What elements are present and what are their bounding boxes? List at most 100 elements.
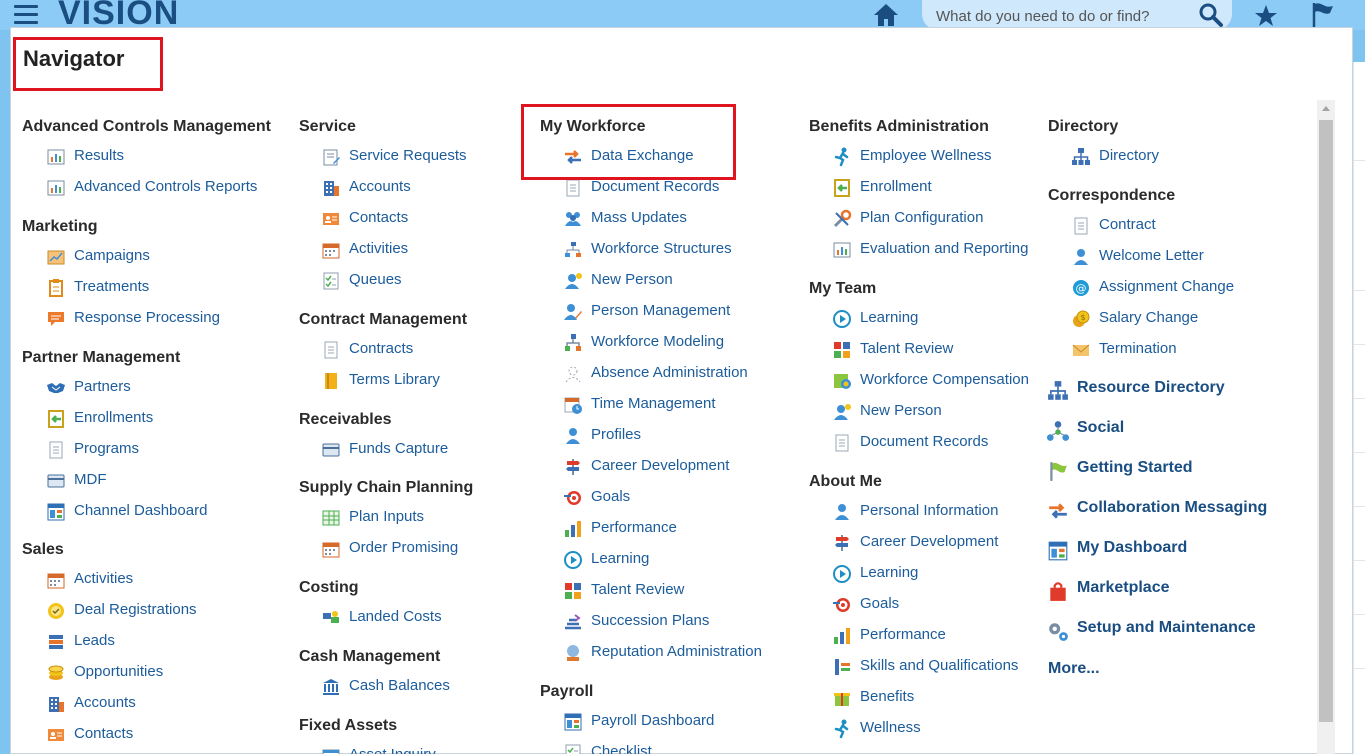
nav-link-label: Enrollments (74, 409, 154, 426)
calendar-clock-icon (563, 395, 583, 415)
dashboard-icon (46, 502, 66, 522)
enroll-arrow-icon (832, 178, 852, 198)
nav-link-label: Time Management (591, 395, 716, 412)
search-icon[interactable] (1198, 2, 1224, 28)
calendar-icon (321, 240, 341, 260)
asset-icon (321, 746, 341, 754)
profile-icon (1071, 247, 1091, 267)
nav-link-label: Order Promising (349, 539, 459, 556)
speech-bubble-icon (46, 309, 66, 329)
cost-icon (321, 608, 341, 628)
profile-icon (563, 426, 583, 446)
nav-link-label: Leads (74, 632, 115, 649)
scroll-up-arrow-icon[interactable] (1317, 100, 1335, 118)
global-header: VISION (0, 0, 1365, 32)
scroll-thumb[interactable] (1319, 120, 1333, 722)
nav-link-label: Career Development (860, 533, 999, 550)
nav-link-label: Programs (74, 440, 140, 457)
card-icon (46, 471, 66, 491)
group-title-supply-chain-planning: Supply Chain Planning (299, 479, 474, 496)
bar-chart-icon (832, 626, 852, 646)
nav-link-label: Resource Directory (1077, 379, 1225, 396)
nav-link-label: Channel Dashboard (74, 502, 208, 519)
nav-link-label: Skills and Qualifications (860, 657, 1019, 674)
nav-link-label: Document Records (860, 433, 989, 450)
org-chart-icon (1071, 147, 1091, 167)
building-icon (46, 694, 66, 714)
group-title-costing: Costing (299, 579, 359, 596)
nav-link-label: Learning (860, 564, 919, 581)
runner-icon (832, 719, 852, 739)
nav-link-label: Goals (860, 595, 900, 612)
group-title-contract-management: Contract Management (299, 311, 468, 328)
coins-icon (46, 663, 66, 683)
document-icon (46, 440, 66, 460)
group-title-fixed-assets: Fixed Assets (299, 717, 398, 734)
clipboard-icon (46, 278, 66, 298)
nav-link-label: Terms Library (349, 371, 440, 388)
play-circle-icon (832, 309, 852, 329)
menu-icon[interactable] (14, 5, 38, 25)
nav-link-label: Accounts (349, 178, 411, 195)
nav-link-label: Contract (1099, 216, 1156, 233)
nav-link-label: Performance (591, 519, 677, 536)
nav-link-label: Performance (860, 626, 946, 643)
notifications-flag-icon[interactable] (1308, 0, 1338, 30)
nav-link-label: My Dashboard (1077, 539, 1188, 556)
stairs-icon (563, 612, 583, 632)
group-title-partner-management: Partner Management (22, 349, 181, 366)
network-icon (1047, 420, 1069, 442)
gears-icon (1047, 620, 1069, 642)
nav-link-label: Assignment Change (1099, 278, 1235, 295)
group-title-directory: Directory (1048, 118, 1119, 135)
grid-squares-icon (563, 581, 583, 601)
group-title-payroll: Payroll (540, 683, 594, 700)
compensation-icon (832, 371, 852, 391)
favorites-star-icon[interactable] (1252, 2, 1280, 30)
dashboard-icon (563, 712, 583, 732)
group-title-advanced-controls-management: Advanced Controls Management (22, 118, 271, 135)
document-icon (832, 433, 852, 453)
org-model-icon (563, 333, 583, 353)
gold-coins-icon: $ (1071, 309, 1091, 329)
nav-link-label: Workforce Compensation (860, 371, 1029, 388)
nav-link-label: Employee Wellness (860, 147, 992, 164)
group-title-benefits-administration: Benefits Administration (809, 118, 989, 135)
group-title-marketing: Marketing (22, 218, 98, 235)
nav-link-label: Wellness (860, 719, 921, 736)
group-title-about-me: About Me (809, 473, 882, 490)
nav-link-label: Social (1077, 419, 1125, 436)
nav-link-label: Enrollment (860, 178, 932, 195)
crystal-ball-icon (563, 643, 583, 663)
org-chart-icon (1047, 380, 1069, 402)
nav-link-label: Collaboration Messaging (1077, 499, 1268, 516)
play-circle-icon (563, 550, 583, 570)
nav-link-label: Workforce Modeling (591, 333, 725, 350)
absence-icon (563, 364, 583, 384)
nav-link-label: Contacts (74, 725, 134, 742)
dashboard-icon (1047, 540, 1069, 562)
nav-link-label: Service Requests (349, 147, 467, 164)
nav-link-label: Activities (349, 240, 409, 257)
nav-link-label: Workforce Structures (591, 240, 732, 257)
nav-link-label: Campaigns (74, 247, 150, 264)
nav-link-label: Response Processing (74, 309, 220, 326)
nav-link-label: Talent Review (860, 340, 954, 357)
report-chart-icon (832, 240, 852, 260)
nav-link-label: Absence Administration (591, 364, 748, 381)
handshake-icon (46, 378, 66, 398)
seal-icon (46, 601, 66, 621)
grid-sheet-icon (321, 508, 341, 528)
more-link[interactable]: More... (1048, 660, 1100, 678)
nav-link-label: Partners (74, 378, 131, 395)
tools-icon (832, 209, 852, 229)
navigator-scrollbar[interactable] (1317, 100, 1335, 754)
search-input[interactable] (936, 5, 1186, 27)
at-sign-icon: @ (1071, 278, 1091, 298)
exchange-arrows-icon (1047, 500, 1069, 522)
group-title-correspondence: Correspondence (1048, 187, 1176, 204)
nav-link-label: New Person (860, 402, 942, 419)
campaign-icon (46, 247, 66, 267)
home-icon[interactable] (872, 2, 900, 28)
calendar-icon (321, 539, 341, 559)
